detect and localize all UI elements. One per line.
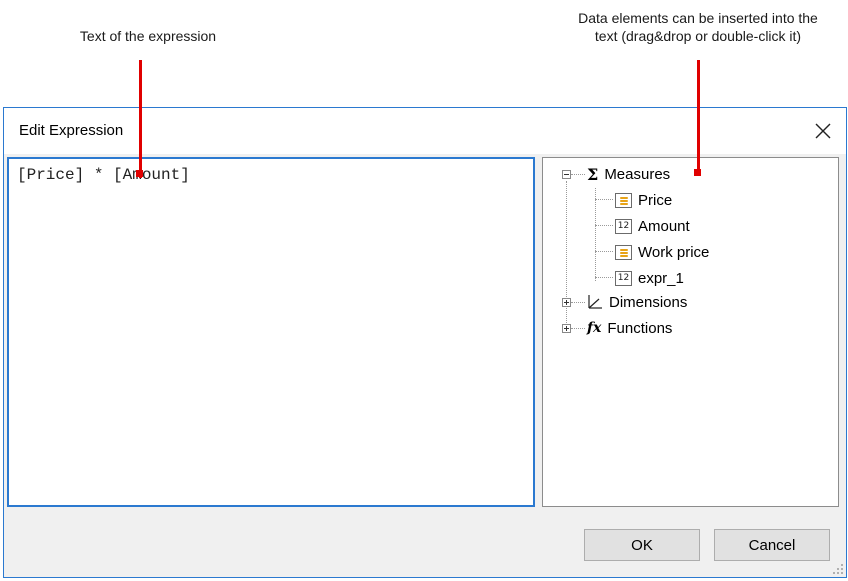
expression-editor[interactable]: [Price] * [Amount] [7, 157, 535, 507]
tree-connector [595, 277, 613, 278]
tree-connector-root [566, 181, 567, 331]
tree-node-expr-1[interactable]: 12 expr_1 [615, 267, 684, 289]
annotation-pointer-marker [136, 170, 143, 177]
tree-connector [571, 174, 585, 175]
annotation-pointer-marker [694, 169, 701, 176]
tree-node-label: Measures [604, 165, 671, 183]
annotation-expression-text: Text of the expression [79, 28, 217, 44]
ok-button[interactable]: OK [584, 529, 700, 561]
data-elements-tree[interactable]: Σ Measures Price 12 Amount Work price 12… [542, 157, 839, 507]
tree-node-label: Functions [607, 319, 673, 337]
tree-node-functions[interactable]: fx Functions [587, 317, 672, 339]
annotation-data-elements-line2: text (drag&drop or double-click it) [594, 28, 802, 44]
tree-node-work-price[interactable]: Work price [615, 241, 709, 263]
number-icon: 12 [615, 270, 632, 286]
tree-connector [571, 302, 585, 303]
axis-icon [588, 295, 602, 309]
sigma-icon: Σ [587, 164, 599, 184]
tree-node-dimensions[interactable]: Dimensions [587, 291, 687, 313]
tree-connector [595, 199, 613, 200]
expression-text[interactable]: [Price] * [Amount] [17, 166, 190, 184]
coins-icon [615, 192, 632, 208]
number-icon: 12 [615, 218, 632, 234]
dimensions-expand-toggle[interactable] [562, 298, 571, 307]
tree-node-label: Amount [638, 217, 690, 235]
close-button[interactable] [808, 116, 838, 146]
close-icon [815, 123, 831, 139]
functions-expand-toggle[interactable] [562, 324, 571, 333]
tree-connector-measures [595, 188, 596, 281]
tree-node-amount[interactable]: 12 Amount [615, 215, 690, 237]
resize-grip-icon[interactable] [832, 563, 844, 575]
tree-connector [595, 251, 613, 252]
coins-icon [615, 244, 632, 260]
tree-node-label: expr_1 [638, 269, 684, 287]
annotation-pointer-line [697, 60, 700, 172]
annotation-pointer-line [139, 60, 142, 178]
tree-connector [595, 225, 613, 226]
cancel-button[interactable]: Cancel [714, 529, 830, 561]
tree-connector [571, 328, 585, 329]
tree-node-label: Price [638, 191, 673, 209]
dialog-title: Edit Expression [19, 122, 124, 139]
measures-collapse-toggle[interactable] [562, 170, 571, 179]
tree-node-label: Work price [638, 243, 710, 261]
dialog-titlebar: Edit Expression [4, 108, 846, 154]
function-icon: fx [587, 320, 602, 336]
tree-node-label: Dimensions [609, 293, 688, 311]
edit-expression-dialog: Edit Expression [Price] * [Amount] Σ Mea… [3, 107, 847, 578]
annotation-data-elements-line1: Data elements can be inserted into the [578, 10, 818, 26]
tree-node-price[interactable]: Price [615, 189, 672, 211]
tree-node-measures[interactable]: Σ Measures [587, 163, 670, 185]
annotation-data-elements: Data elements can be inserted into the t… [548, 9, 848, 45]
